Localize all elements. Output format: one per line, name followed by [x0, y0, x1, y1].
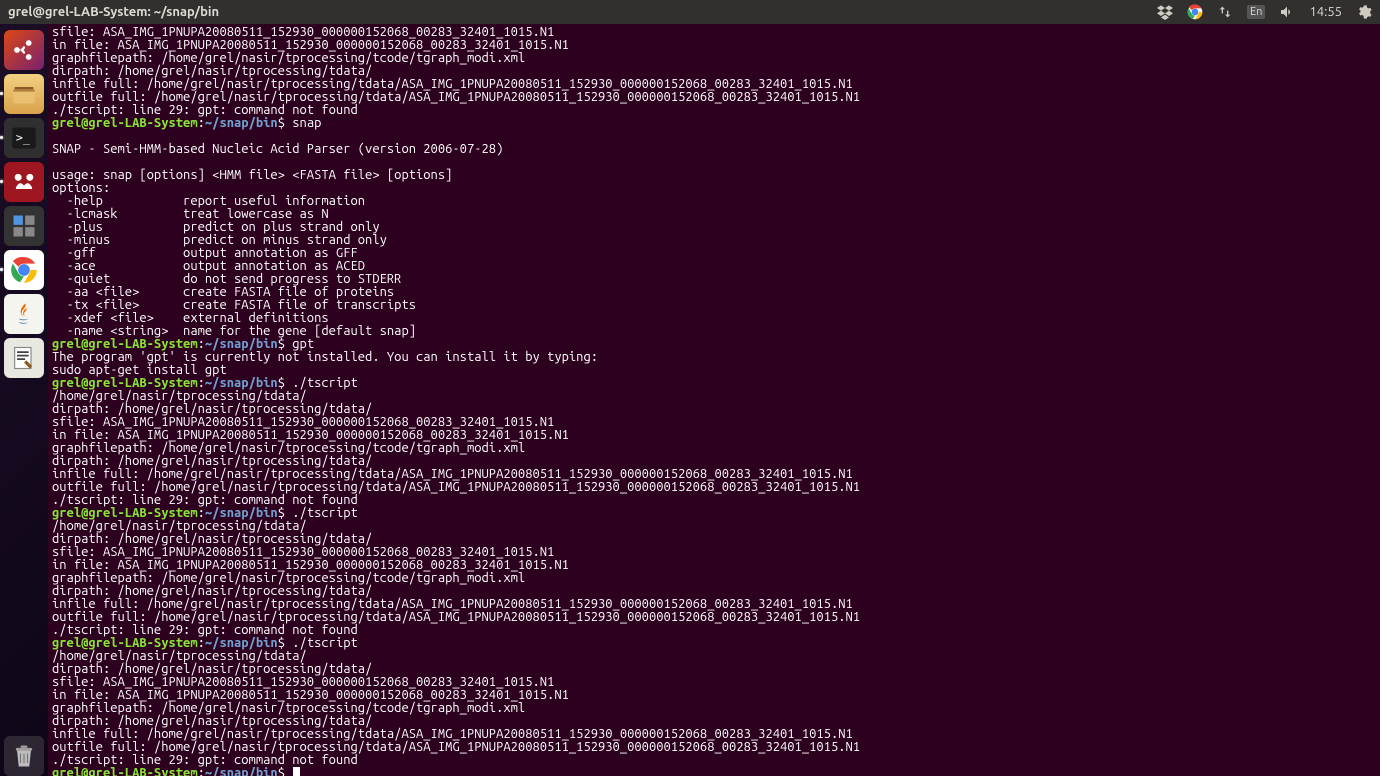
- terminal-icon[interactable]: >_: [4, 118, 44, 158]
- clock[interactable]: 14:55: [1309, 5, 1342, 19]
- svg-text:>_: >_: [16, 131, 31, 145]
- mendeley-icon[interactable]: [4, 162, 44, 202]
- dropbox-icon[interactable]: [1157, 4, 1173, 20]
- dash-icon[interactable]: [4, 30, 44, 70]
- chrome-indicator-icon[interactable]: [1187, 4, 1203, 20]
- chrome-icon[interactable]: [4, 250, 44, 290]
- files-icon[interactable]: [4, 74, 44, 114]
- gear-icon[interactable]: [1356, 4, 1372, 20]
- volume-icon[interactable]: [1279, 4, 1295, 20]
- terminal-output-line: SNAP - Semi-HMM-based Nucleic Acid Parse…: [52, 143, 1376, 156]
- terminal-output-line: The program 'gpt' is currently not insta…: [52, 351, 1376, 364]
- unity-launcher: >_: [0, 24, 48, 776]
- cursor: [293, 767, 300, 776]
- network-icon[interactable]: [1217, 4, 1233, 20]
- java-icon[interactable]: [4, 294, 44, 334]
- editor-icon[interactable]: [4, 338, 44, 378]
- prompt-line-current[interactable]: grel@grel-LAB-System:~/snap/bin$: [52, 767, 1376, 776]
- system-indicators: En 14:55: [1157, 4, 1372, 20]
- window-title: grel@grel-LAB-System: ~/snap/bin: [8, 5, 1157, 19]
- keyboard-lang-indicator[interactable]: En: [1247, 5, 1265, 19]
- top-panel: grel@grel-LAB-System: ~/snap/bin En 14:5…: [0, 0, 1380, 24]
- prompt-line: grel@grel-LAB-System:~/snap/bin$ snap: [52, 117, 1376, 130]
- trash-icon[interactable]: [4, 736, 44, 776]
- terminal-output-line: usage: snap [options] <HMM file> <FASTA …: [52, 169, 1376, 182]
- terminal-viewport[interactable]: sfile: ASA_IMG_1PNUPA20080511_152930_000…: [48, 24, 1380, 776]
- workspace-icon[interactable]: [4, 206, 44, 246]
